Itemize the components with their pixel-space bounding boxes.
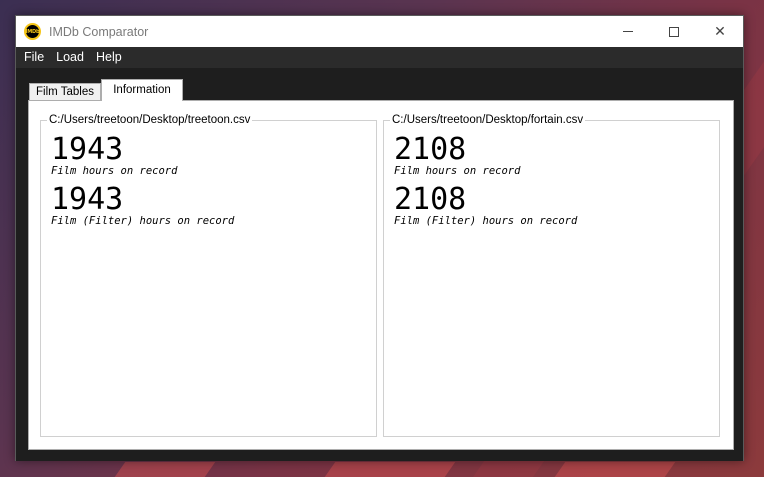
film-hours-value: 1943 xyxy=(51,132,124,167)
minimize-icon xyxy=(623,31,633,32)
file-path-label: C:/Users/treetoon/Desktop/treetoon.csv xyxy=(47,113,253,127)
menu-file[interactable]: File xyxy=(18,47,50,68)
tab-information[interactable]: Information xyxy=(101,79,183,101)
file-info-group-left: C:/Users/treetoon/Desktop/treetoon.csv 1… xyxy=(40,113,377,437)
desktop-stripe xyxy=(114,462,216,477)
maximize-button[interactable] xyxy=(651,16,697,47)
menu-load[interactable]: Load xyxy=(50,47,90,68)
file-path-label: C:/Users/treetoon/Desktop/fortain.csv xyxy=(390,113,586,127)
tab-film-tables[interactable]: Film Tables xyxy=(29,83,101,101)
film-hours-caption: Film hours on record xyxy=(394,165,521,177)
filter-hours-value: 2108 xyxy=(394,182,467,217)
window-title: IMDb Comparator xyxy=(49,24,149,39)
app-window: IMDb IMDb Comparator ✕ File Load Help Fi… xyxy=(15,15,744,461)
maximize-icon xyxy=(669,26,679,37)
title-bar[interactable]: IMDb IMDb Comparator ✕ xyxy=(16,16,743,47)
film-hours-value: 2108 xyxy=(394,132,467,167)
imdb-logo-icon: IMDb xyxy=(24,23,41,40)
menu-bar: File Load Help xyxy=(16,47,743,68)
close-icon: ✕ xyxy=(714,23,726,40)
desktop-stripe xyxy=(324,462,456,477)
minimize-button[interactable] xyxy=(605,16,651,47)
filter-hours-caption: Film (Filter) hours on record xyxy=(394,215,578,227)
menu-help[interactable]: Help xyxy=(90,47,128,68)
information-tab-page: C:/Users/treetoon/Desktop/treetoon.csv 1… xyxy=(28,100,734,450)
desktop-stripe xyxy=(554,462,676,477)
filter-hours-value: 1943 xyxy=(51,182,124,217)
filter-hours-caption: Film (Filter) hours on record xyxy=(51,215,235,227)
close-button[interactable]: ✕ xyxy=(697,16,743,47)
tab-control: Film Tables Information C:/Users/treetoo… xyxy=(16,68,743,461)
film-hours-caption: Film hours on record xyxy=(51,165,178,177)
file-info-group-right: C:/Users/treetoon/Desktop/fortain.csv 21… xyxy=(383,113,720,437)
